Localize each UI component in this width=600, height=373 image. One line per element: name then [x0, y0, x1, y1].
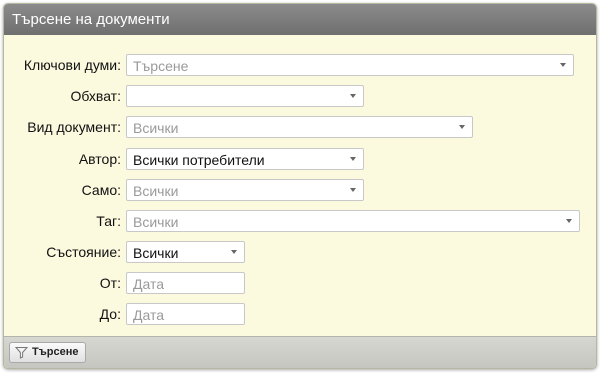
- from-label: От:: [99, 275, 121, 291]
- only-value: Всички: [133, 183, 179, 199]
- to-row: До: Дата: [4, 303, 596, 325]
- from-row: От: Дата: [4, 272, 596, 294]
- chevron-down-icon[interactable]: [566, 219, 572, 223]
- status-row: Състояние: Всички: [4, 241, 596, 263]
- search-form: Ключови думи: Търсене Обхват: Вид докуме…: [4, 35, 596, 337]
- document-search-panel: Търсене на документи Ключови думи: Търсе…: [3, 3, 597, 369]
- scope-row: Обхват:: [4, 85, 596, 107]
- tag-value: Всички: [133, 214, 179, 230]
- chevron-down-icon[interactable]: [560, 63, 566, 67]
- tag-label: Таг:: [96, 213, 121, 229]
- status-value: Всички: [133, 245, 179, 261]
- panel-title: Търсене на документи: [4, 4, 596, 35]
- chevron-down-icon[interactable]: [231, 250, 237, 254]
- funnel-icon: [15, 347, 28, 359]
- chevron-down-icon[interactable]: [459, 125, 465, 129]
- from-date-input[interactable]: Дата: [126, 272, 245, 294]
- author-select[interactable]: Всички потребители: [126, 148, 364, 170]
- author-label: Автор:: [78, 151, 121, 167]
- chevron-down-icon[interactable]: [350, 188, 356, 192]
- only-row: Само: Всички: [4, 179, 596, 201]
- status-label: Състояние:: [46, 244, 121, 260]
- tag-row: Таг: Всички: [4, 210, 596, 232]
- doc-type-select[interactable]: Всички: [126, 116, 473, 138]
- doc-type-value: Всички: [133, 120, 179, 136]
- search-button[interactable]: Търсене: [9, 342, 87, 363]
- author-row: Автор: Всички потребители: [4, 148, 596, 170]
- to-date-placeholder: Дата: [133, 307, 165, 323]
- only-select[interactable]: Всички: [126, 179, 364, 201]
- scope-label: Обхват:: [70, 88, 121, 104]
- only-label: Само:: [81, 182, 121, 198]
- chevron-down-icon[interactable]: [350, 94, 356, 98]
- keywords-row: Ключови думи: Търсене: [4, 54, 596, 76]
- panel-footer: Търсене: [4, 336, 596, 368]
- doc-type-row: Вид документ: Всички: [4, 116, 596, 138]
- doc-type-label: Вид документ:: [27, 119, 121, 135]
- search-button-label: Търсене: [32, 346, 79, 358]
- keywords-placeholder: Търсене: [133, 58, 189, 74]
- to-label: До:: [99, 306, 121, 322]
- from-date-placeholder: Дата: [133, 276, 165, 292]
- keywords-combobox[interactable]: Търсене: [126, 54, 574, 76]
- author-value: Всички потребители: [133, 152, 265, 168]
- keywords-label: Ключови думи:: [23, 57, 121, 73]
- status-select[interactable]: Всички: [126, 241, 245, 263]
- to-date-input[interactable]: Дата: [126, 303, 245, 325]
- scope-select[interactable]: [126, 85, 364, 107]
- tag-select[interactable]: Всички: [126, 210, 580, 232]
- chevron-down-icon[interactable]: [350, 157, 356, 161]
